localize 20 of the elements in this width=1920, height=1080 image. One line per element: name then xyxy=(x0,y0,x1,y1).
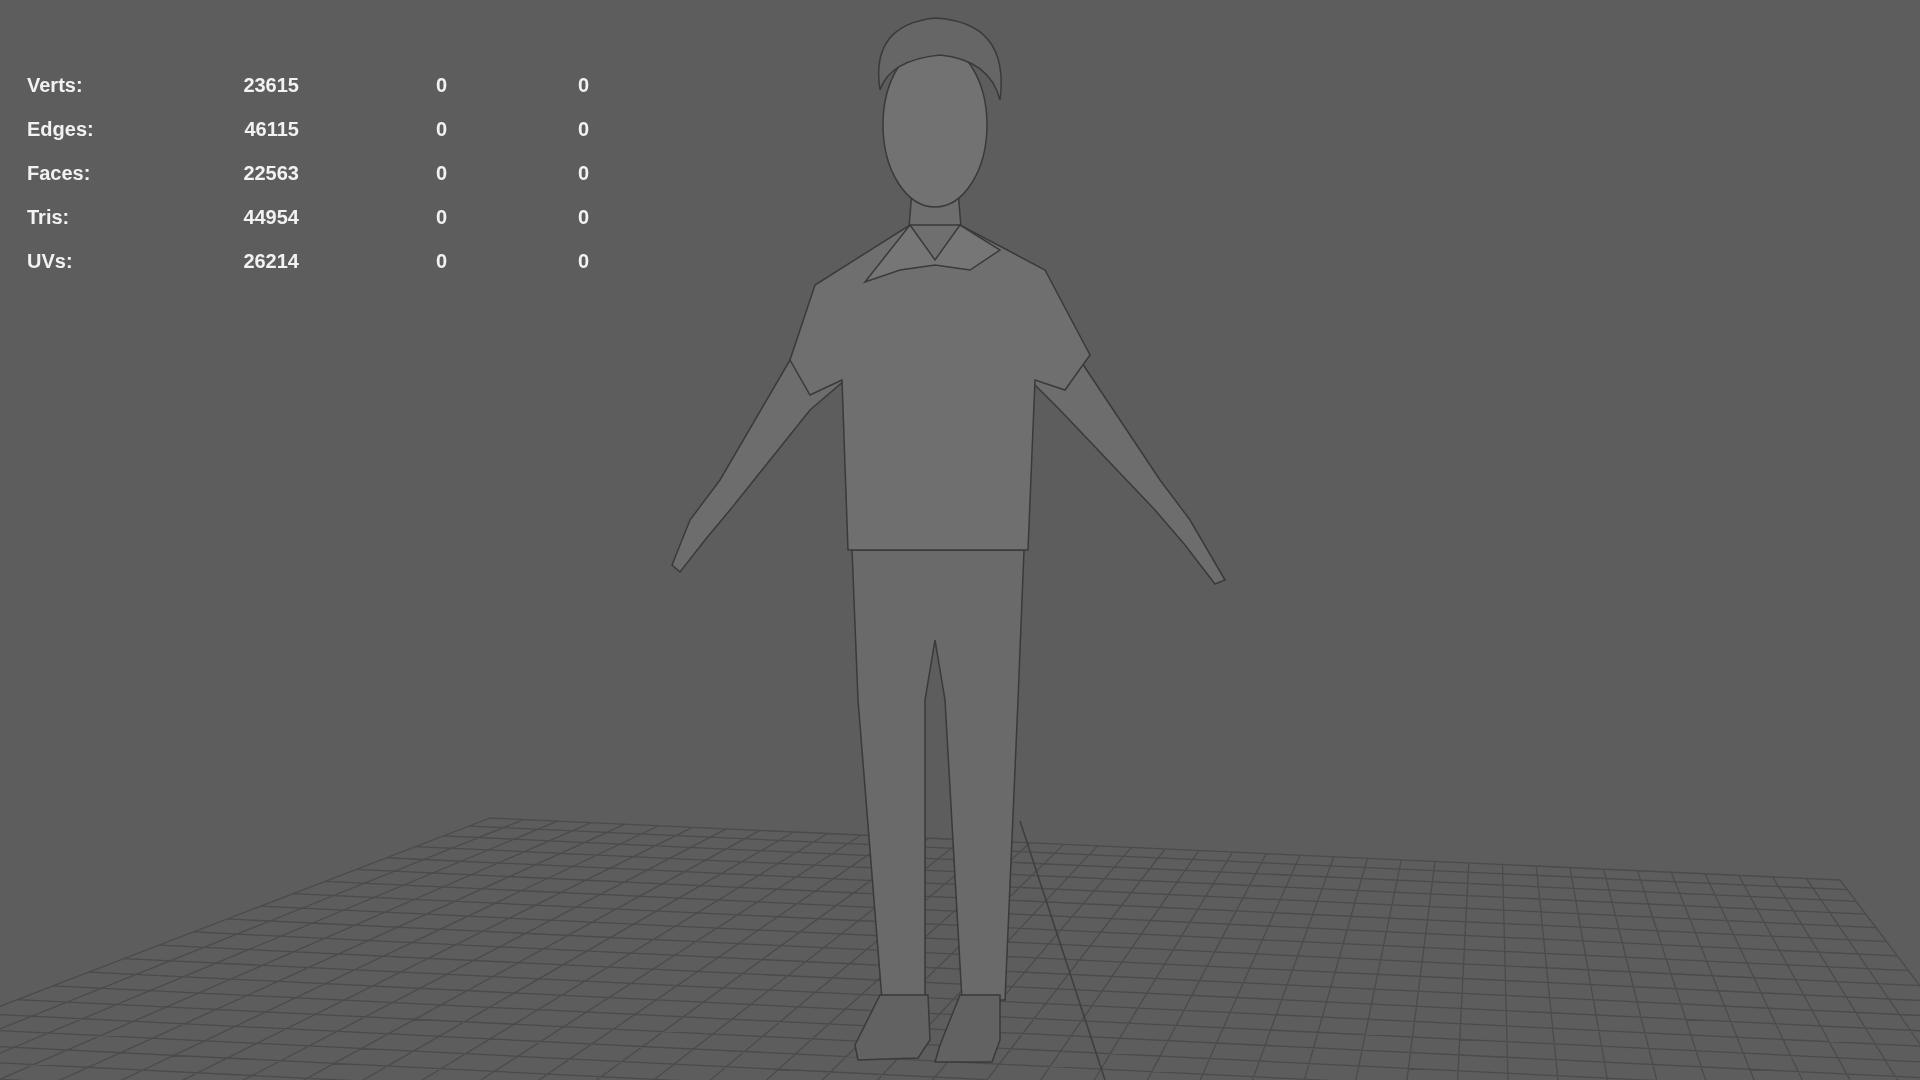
stat-value: 0 xyxy=(576,162,589,185)
stat-value: 0 xyxy=(434,162,447,185)
stat-label: UVs: xyxy=(27,250,74,273)
stat-value: 0 xyxy=(576,206,589,229)
stat-label: Verts: xyxy=(27,74,84,97)
stat-value: 44954 xyxy=(242,206,299,229)
stat-value: 26214 xyxy=(242,250,299,273)
stat-value: 0 xyxy=(576,74,589,97)
stat-label: Edges: xyxy=(27,118,95,141)
stat-value: 46115 xyxy=(243,118,299,141)
stat-value: 0 xyxy=(576,118,589,141)
stat-value: 22563 xyxy=(242,162,299,185)
stat-value: 0 xyxy=(576,250,589,273)
stat-label: Tris: xyxy=(27,206,71,229)
stat-value: 0 xyxy=(434,206,447,229)
stat-value: 0 xyxy=(434,118,447,141)
stat-label: Faces: xyxy=(27,162,92,185)
stat-value: 0 xyxy=(434,74,447,97)
stat-value: 23615 xyxy=(242,74,299,97)
stat-value: 0 xyxy=(434,250,447,273)
